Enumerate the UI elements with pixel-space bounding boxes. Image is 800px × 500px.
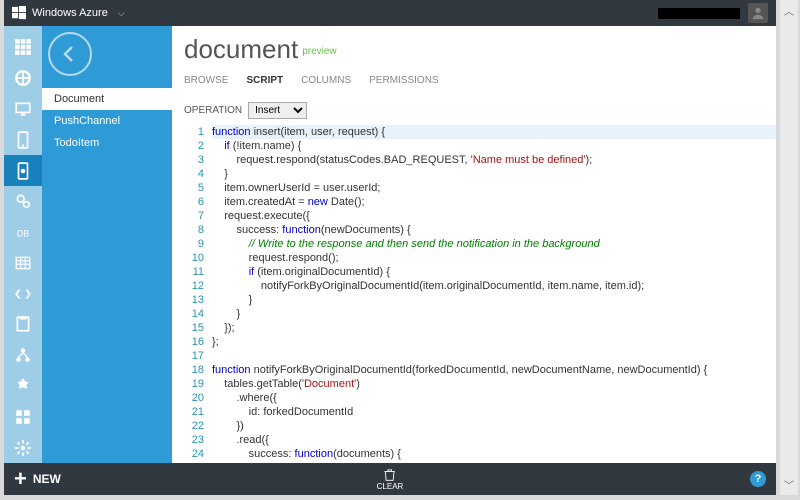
rail-grid-icon[interactable]	[4, 32, 42, 63]
operation-select[interactable]: InsertUpdateDeleteRead	[248, 102, 307, 119]
code-line[interactable]: 16};	[184, 335, 776, 349]
nav-item[interactable]: Document	[42, 88, 172, 110]
operation-label: OPERATION	[184, 105, 242, 116]
line-number: 1	[184, 125, 212, 139]
tabs: BROWSE SCRIPT COLUMNS PERMISSIONS	[184, 75, 776, 88]
rail-network-icon[interactable]	[4, 340, 42, 371]
second-nav: DocumentPushChannelTodoItem	[42, 26, 172, 463]
back-button[interactable]	[48, 32, 92, 76]
code-line[interactable]: 15 });	[184, 321, 776, 335]
tab[interactable]: PERMISSIONS	[369, 75, 438, 88]
scrollbar[interactable]: ︿ ﹀	[780, 0, 798, 495]
rail-code-icon[interactable]	[4, 278, 42, 309]
line-number: 2	[184, 139, 212, 153]
code-line[interactable]: 1function insert(item, user, request) {	[184, 125, 776, 139]
rail-mobile-services-icon[interactable]	[4, 155, 42, 186]
chevron-down-icon[interactable]: ⌵	[118, 8, 125, 19]
top-bar: Windows Azure ⌵	[4, 0, 776, 26]
line-number: 18	[184, 363, 212, 377]
line-number: 9	[184, 237, 212, 251]
code-editor[interactable]: 1function insert(item, user, request) {2…	[184, 125, 776, 463]
line-number: 3	[184, 153, 212, 167]
rail-settings-icon[interactable]	[4, 432, 42, 463]
code-line[interactable]: 21 id: forkedDocumentId	[184, 405, 776, 419]
clear-button[interactable]: CLEAR	[377, 468, 404, 491]
help-button[interactable]: ?	[750, 471, 766, 487]
nav-item[interactable]: PushChannel	[42, 110, 172, 132]
line-number: 24	[184, 447, 212, 461]
code-line[interactable]: 17	[184, 349, 776, 363]
line-number: 13	[184, 293, 212, 307]
line-number: 10	[184, 251, 212, 265]
code-line[interactable]: 10 request.respond();	[184, 251, 776, 265]
rail-vm-icon[interactable]	[4, 94, 42, 125]
code-line[interactable]: 4 }	[184, 167, 776, 181]
rail-clipboard-icon[interactable]	[4, 309, 42, 340]
scroll-down-icon[interactable]: ﹀	[784, 474, 794, 495]
tab[interactable]: COLUMNS	[301, 75, 351, 88]
icon-rail: DB	[4, 26, 42, 463]
rail-gears-icon[interactable]	[4, 186, 42, 217]
page-title: documentpreview	[184, 34, 776, 65]
line-number: 21	[184, 405, 212, 419]
account-label[interactable]	[658, 8, 740, 19]
svg-text:DB: DB	[17, 229, 30, 239]
rail-module-icon[interactable]	[4, 401, 42, 432]
code-line[interactable]: 7 request.execute({	[184, 209, 776, 223]
code-line[interactable]: 22 })	[184, 419, 776, 433]
line-number: 15	[184, 321, 212, 335]
avatar[interactable]	[748, 3, 768, 23]
new-button[interactable]: +NEW	[14, 468, 61, 490]
line-number: 6	[184, 195, 212, 209]
brand-label: Windows Azure	[32, 7, 108, 19]
code-line[interactable]: 23 .read({	[184, 433, 776, 447]
code-line[interactable]: 13 }	[184, 293, 776, 307]
line-number: 23	[184, 433, 212, 447]
line-number: 4	[184, 167, 212, 181]
rail-db-icon[interactable]: DB	[4, 217, 42, 248]
code-line[interactable]: 12 notifyForkByOriginalDocumentId(item.o…	[184, 279, 776, 293]
operation-row: OPERATION InsertUpdateDeleteRead	[184, 102, 776, 119]
code-line[interactable]: 11 if (item.originalDocumentId) {	[184, 265, 776, 279]
code-line[interactable]: 19 tables.getTable('Document')	[184, 377, 776, 391]
code-line[interactable]: 24 success: function(documents) {	[184, 447, 776, 461]
tab[interactable]: BROWSE	[184, 75, 228, 88]
code-line[interactable]: 6 item.createdAt = new Date();	[184, 195, 776, 209]
line-number: 22	[184, 419, 212, 433]
line-number: 14	[184, 307, 212, 321]
code-line[interactable]: 8 success: function(newDocuments) {	[184, 223, 776, 237]
code-line[interactable]: 18function notifyForkByOriginalDocumentI…	[184, 363, 776, 377]
line-number: 16	[184, 335, 212, 349]
code-line[interactable]: 5 item.ownerUserId = user.userId;	[184, 181, 776, 195]
rail-mobile-icon[interactable]	[4, 124, 42, 155]
line-number: 17	[184, 349, 212, 363]
windows-icon	[12, 6, 26, 20]
scroll-up-icon[interactable]: ︿	[784, 0, 794, 21]
tab[interactable]: SCRIPT	[246, 75, 283, 88]
content-area: documentpreview BROWSE SCRIPT COLUMNS PERMI…	[172, 26, 776, 463]
line-number: 11	[184, 265, 212, 279]
preview-badge: preview	[302, 46, 336, 57]
line-number: 5	[184, 181, 212, 195]
line-number: 19	[184, 377, 212, 391]
line-number: 12	[184, 279, 212, 293]
line-number: 20	[184, 391, 212, 405]
plus-icon: +	[14, 468, 27, 490]
rail-web-icon[interactable]	[4, 63, 42, 94]
rail-adjust-icon[interactable]	[4, 371, 42, 402]
line-number: 7	[184, 209, 212, 223]
bottom-bar: +NEW CLEAR ?	[4, 463, 776, 495]
trash-icon	[383, 468, 397, 482]
line-number: 8	[184, 223, 212, 237]
code-line[interactable]: 14 }	[184, 307, 776, 321]
rail-table-icon[interactable]	[4, 247, 42, 278]
code-line[interactable]: 2 if (!item.name) {	[184, 139, 776, 153]
code-line[interactable]: 9 // Write to the response and then send…	[184, 237, 776, 251]
code-line[interactable]: 3 request.respond(statusCodes.BAD_REQUES…	[184, 153, 776, 167]
nav-item[interactable]: TodoItem	[42, 132, 172, 154]
code-line[interactable]: 20 .where({	[184, 391, 776, 405]
